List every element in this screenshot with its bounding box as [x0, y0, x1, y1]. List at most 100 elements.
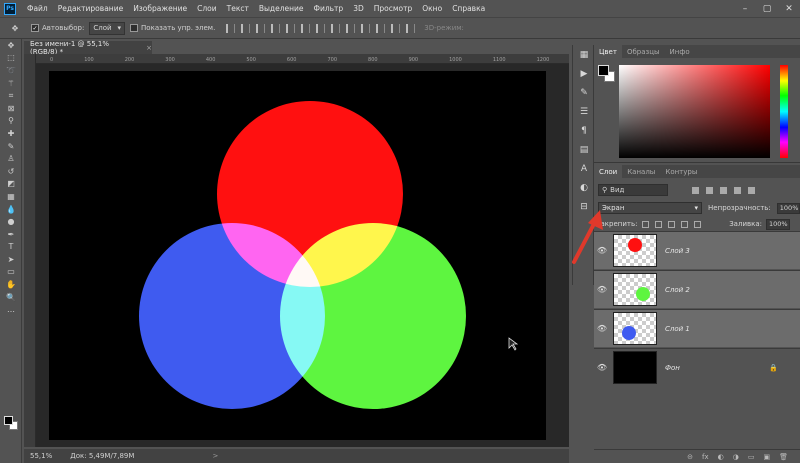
add-mask-icon[interactable]: ◐: [718, 453, 724, 461]
clone-stamp-tool-icon[interactable]: ♙: [0, 152, 22, 165]
menu-file[interactable]: Файл: [22, 4, 53, 13]
lasso-tool-icon[interactable]: ➰: [0, 64, 22, 77]
hue-slider[interactable]: [780, 65, 788, 158]
align-right-icon[interactable]: [301, 23, 311, 33]
move-tool-preset-icon[interactable]: ✥: [4, 22, 26, 35]
align-bottom-icon[interactable]: [256, 23, 266, 33]
new-layer-icon[interactable]: ▣: [763, 453, 770, 461]
distribute-bottom-icon[interactable]: [346, 23, 356, 33]
filter-adjustment-icon[interactable]: [706, 186, 713, 194]
minimize-icon[interactable]: –: [734, 0, 756, 17]
lock-all-icon[interactable]: [694, 220, 702, 228]
layer-row-1[interactable]: 👁 Слой 1: [594, 309, 800, 347]
tab-layers[interactable]: Слои: [594, 165, 623, 178]
properties-panel-icon[interactable]: ☰: [573, 102, 595, 121]
gradient-tool-icon[interactable]: ▦: [0, 190, 22, 203]
zoom-level[interactable]: 55,1%: [30, 452, 52, 460]
document-tab[interactable]: Без имени-1 @ 55,1% (RGB/8) * ×: [24, 40, 152, 56]
lock-pixels-icon[interactable]: [655, 220, 663, 228]
magic-wand-tool-icon[interactable]: ⚚: [0, 77, 22, 90]
zoom-tool-icon[interactable]: 🔍: [0, 291, 22, 304]
menu-filter[interactable]: Фильтр: [309, 4, 349, 13]
tab-channels[interactable]: Каналы: [622, 165, 660, 178]
pen-tool-icon[interactable]: ✒: [0, 228, 22, 241]
dodge-tool-icon[interactable]: ●: [0, 215, 22, 228]
show-controls-option[interactable]: Показать упр. элем.: [130, 24, 215, 32]
eyedropper-tool-icon[interactable]: ⚲: [0, 115, 22, 128]
autoselect-checkbox[interactable]: ✓: [31, 24, 39, 32]
layer-name[interactable]: Слой 3: [665, 247, 690, 255]
color-swatches[interactable]: [4, 416, 20, 432]
show-controls-checkbox[interactable]: [130, 24, 139, 32]
layer-name[interactable]: Слой 2: [665, 286, 690, 294]
tab-info[interactable]: Инфо: [665, 45, 695, 58]
filter-smart-object-icon[interactable]: [748, 186, 755, 194]
status-menu-arrow-icon[interactable]: >: [212, 452, 218, 460]
menu-view[interactable]: Просмотр: [369, 4, 418, 13]
adjustment-layer-icon[interactable]: ◑: [733, 453, 739, 461]
document-canvas[interactable]: [49, 71, 546, 440]
visibility-eye-icon[interactable]: 👁: [594, 324, 610, 333]
layer-row-3[interactable]: 👁 Слой 3: [594, 231, 800, 269]
distribute-left-icon[interactable]: [361, 23, 371, 33]
brush-tool-icon[interactable]: ✎: [0, 140, 22, 153]
layer-row-background[interactable]: 👁 Фон 🔒: [594, 348, 800, 386]
layer-name[interactable]: Фон: [665, 364, 680, 372]
link-layers-icon[interactable]: ⊝: [687, 453, 693, 461]
close-document-icon[interactable]: ×: [146, 44, 152, 52]
align-vcenter-icon[interactable]: [241, 23, 251, 33]
autoselect-option[interactable]: ✓ Автовыбор:: [31, 24, 84, 32]
panel-foreground-swatch[interactable]: [598, 65, 609, 76]
layer-filter-dropdown[interactable]: ⚲ Вид: [598, 184, 668, 196]
align-hcenter-icon[interactable]: [286, 23, 296, 33]
maximize-icon[interactable]: ▢: [756, 0, 778, 17]
brush-settings-icon[interactable]: ✎: [573, 83, 595, 102]
hand-tool-icon[interactable]: ✋: [0, 278, 22, 291]
align-left-icon[interactable]: [271, 23, 281, 33]
distribute-right-icon[interactable]: [391, 23, 401, 33]
close-icon[interactable]: ✕: [778, 0, 800, 17]
rectangle-tool-icon[interactable]: ▭: [0, 266, 22, 279]
new-group-icon[interactable]: ▭: [748, 453, 755, 461]
distribute-top-icon[interactable]: [316, 23, 326, 33]
path-selection-tool-icon[interactable]: ➤: [0, 253, 22, 266]
autoselect-dropdown[interactable]: Слой ▾: [89, 21, 126, 35]
menu-select[interactable]: Выделение: [254, 4, 309, 13]
blur-tool-icon[interactable]: 💧: [0, 203, 22, 216]
menu-3d[interactable]: 3D: [348, 4, 369, 13]
auto-align-icon[interactable]: [406, 23, 416, 33]
actions-panel-icon[interactable]: ▶: [573, 64, 595, 83]
filter-shape-icon[interactable]: [734, 186, 741, 194]
menu-window[interactable]: Окно: [417, 4, 447, 13]
visibility-eye-icon[interactable]: 👁: [594, 363, 610, 372]
opacity-input[interactable]: 100%: [776, 202, 800, 214]
adjustments-panel-icon[interactable]: ◐: [573, 178, 595, 197]
menu-image[interactable]: Изображение: [128, 4, 192, 13]
menu-layers[interactable]: Слои: [192, 4, 222, 13]
lock-position-icon[interactable]: [668, 220, 676, 228]
layer-row-2[interactable]: 👁 Слой 2: [594, 270, 800, 308]
lock-artboard-icon[interactable]: [681, 220, 689, 228]
panel-color-swatches[interactable]: [598, 65, 616, 83]
blend-mode-dropdown[interactable]: Экран ▾: [598, 202, 703, 214]
filter-type-icon[interactable]: [720, 186, 727, 194]
healing-brush-tool-icon[interactable]: ✚: [0, 127, 22, 140]
layer-style-icon[interactable]: fx: [702, 453, 709, 461]
type-tool-icon[interactable]: T: [0, 241, 22, 254]
foreground-color-swatch[interactable]: [4, 416, 13, 425]
distribute-hcenter-icon[interactable]: [376, 23, 386, 33]
glyphs-panel-icon[interactable]: A: [573, 159, 595, 178]
more-tools-icon[interactable]: …: [0, 303, 22, 316]
crop-tool-icon[interactable]: ⌗: [0, 89, 22, 102]
color-spectrum-picker[interactable]: [619, 65, 770, 158]
delete-layer-icon[interactable]: 🗑: [779, 453, 788, 461]
fill-input[interactable]: 100%: [766, 218, 790, 230]
marquee-tool-icon[interactable]: ⬚: [0, 52, 22, 65]
filter-pixel-icon[interactable]: [692, 186, 699, 194]
tab-paths[interactable]: Контуры: [660, 165, 702, 178]
tab-color[interactable]: Цвет: [594, 45, 622, 58]
history-brush-tool-icon[interactable]: ↺: [0, 165, 22, 178]
menu-text[interactable]: Текст: [222, 4, 254, 13]
move-tool-icon[interactable]: ✥: [0, 39, 22, 52]
eraser-tool-icon[interactable]: ◩: [0, 178, 22, 191]
